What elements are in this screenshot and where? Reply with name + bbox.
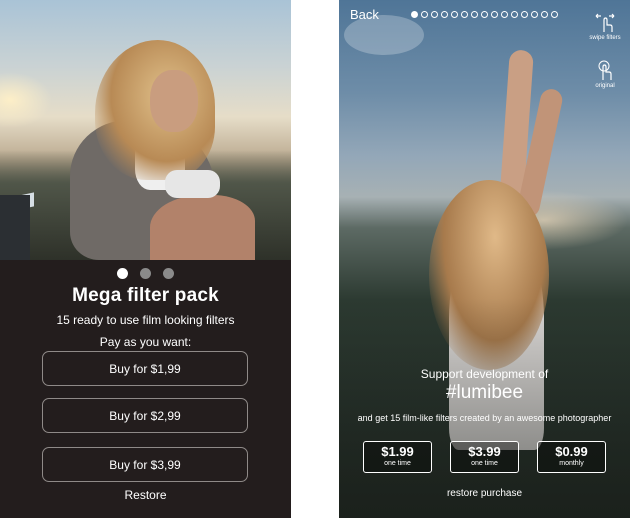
page-dot[interactable] bbox=[511, 11, 518, 18]
page-dot[interactable] bbox=[421, 11, 428, 18]
hashtag-title: #lumibee bbox=[445, 382, 524, 403]
photo-legs bbox=[150, 195, 255, 260]
page-dot[interactable] bbox=[451, 11, 458, 18]
page-dot[interactable] bbox=[531, 11, 538, 18]
pack-title: Mega filter pack bbox=[72, 285, 219, 306]
page-dot[interactable] bbox=[521, 11, 528, 18]
restore-link[interactable]: Restore bbox=[0, 488, 291, 502]
price-button-1[interactable]: $1.99 one time bbox=[363, 441, 432, 473]
price-amount: $3.99 bbox=[468, 444, 501, 459]
pack-subtitle: 15 ready to use film looking filters bbox=[56, 313, 235, 327]
price-term: one time bbox=[471, 460, 498, 467]
page-dot[interactable] bbox=[441, 11, 448, 18]
tap-hand-icon bbox=[585, 58, 625, 82]
page-dot[interactable] bbox=[491, 11, 498, 18]
original-hint[interactable]: original bbox=[585, 58, 625, 89]
page-dot[interactable] bbox=[481, 11, 488, 18]
back-button[interactable]: Back bbox=[350, 7, 379, 22]
page-dot[interactable] bbox=[551, 11, 558, 18]
page-indicator[interactable] bbox=[0, 266, 291, 279]
page-indicator[interactable] bbox=[411, 11, 561, 19]
page-dot[interactable] bbox=[541, 11, 548, 18]
photo-face bbox=[150, 70, 198, 132]
price-button-2[interactable]: $3.99 one time bbox=[450, 441, 519, 473]
photo-shed bbox=[0, 195, 30, 260]
support-text: Support development of bbox=[420, 367, 549, 381]
page-dot[interactable] bbox=[116, 268, 128, 279]
buy-button-3[interactable]: Buy for $3,99 bbox=[42, 447, 248, 482]
photo-shade bbox=[339, 298, 630, 518]
price-term: monthly bbox=[559, 460, 584, 467]
page-dot[interactable] bbox=[140, 268, 151, 279]
price-amount: $1.99 bbox=[381, 444, 414, 459]
original-label: original bbox=[595, 83, 615, 89]
buy-button-1[interactable]: Buy for $1,99 bbox=[42, 351, 248, 386]
buy-button-2[interactable]: Buy for $2,99 bbox=[42, 398, 248, 433]
page-dot[interactable] bbox=[431, 11, 438, 18]
price-amount: $0.99 bbox=[555, 444, 588, 459]
swipe-filters-hint[interactable]: swipe filters bbox=[585, 10, 625, 41]
page-dot[interactable] bbox=[471, 11, 478, 18]
swipe-hand-icon bbox=[585, 10, 625, 34]
hero-photo bbox=[0, 0, 291, 260]
restore-purchase-link[interactable]: restore purchase bbox=[339, 488, 630, 499]
price-button-3[interactable]: $0.99 monthly bbox=[537, 441, 606, 473]
swipe-filters-label: swipe filters bbox=[589, 35, 621, 41]
filters-description: and get 15 film-like filters created by … bbox=[357, 413, 612, 423]
right-screen: Back swipe filters original Support deve… bbox=[339, 0, 630, 518]
page-dot[interactable] bbox=[411, 11, 418, 18]
price-term: one time bbox=[384, 460, 411, 467]
pay-label: Pay as you want: bbox=[99, 335, 192, 349]
page-dot[interactable] bbox=[501, 11, 508, 18]
photo-arm bbox=[165, 170, 220, 198]
left-screen: Mega filter pack 15 ready to use film lo… bbox=[0, 0, 291, 518]
page-dot[interactable] bbox=[461, 11, 468, 18]
page-dot[interactable] bbox=[163, 268, 175, 279]
